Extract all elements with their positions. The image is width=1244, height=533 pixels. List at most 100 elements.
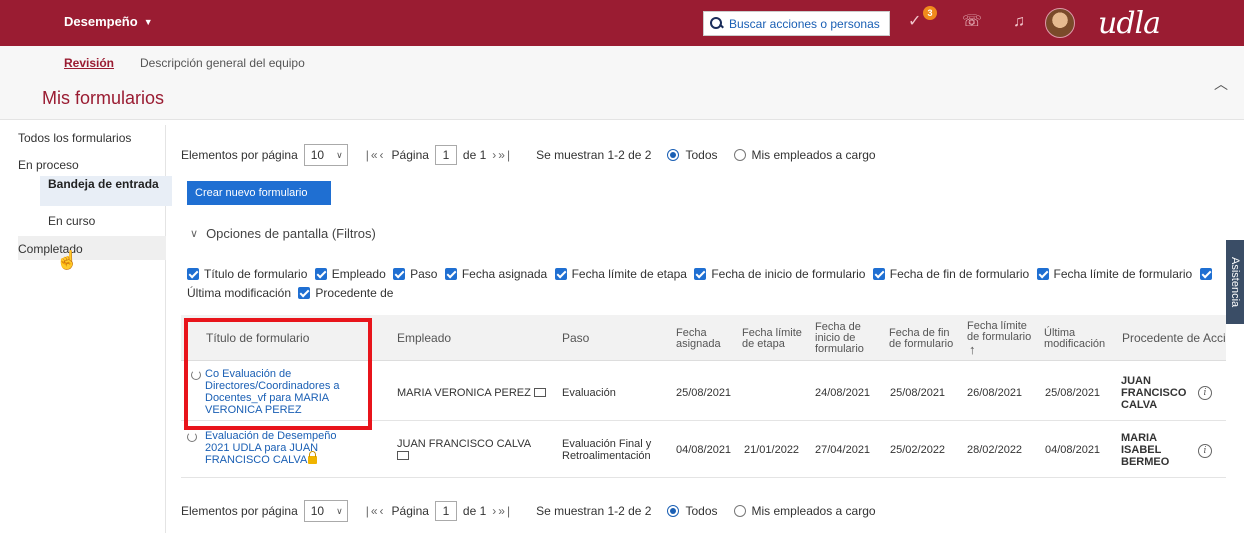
filter-stage-due[interactable]: Fecha límite de etapa — [551, 267, 687, 281]
filter-assigned[interactable]: Fecha asignada — [441, 267, 547, 281]
create-form-button[interactable]: Crear nuevo formulario — [187, 181, 331, 205]
items-per-page-select[interactable]: 10 ∨ — [303, 500, 348, 522]
chevron-down-icon: ∨ — [190, 228, 199, 240]
col-step[interactable]: Paso — [562, 332, 589, 344]
assigned-cell: 25/08/2021 — [676, 387, 732, 399]
assistance-tab[interactable]: Asistencia — [1226, 240, 1244, 324]
radio-my-reports-label: Mis empleados a cargo — [751, 148, 876, 162]
items-per-page-label: Elementos por página — [181, 504, 298, 518]
start-cell: 27/04/2021 — [815, 444, 871, 456]
page-count: de 1 — [462, 148, 487, 162]
col-start[interactable]: Fecha de inicio de formulario — [815, 322, 875, 355]
start-cell: 24/08/2021 — [815, 387, 871, 399]
chat-icon[interactable]: ☏ — [962, 14, 982, 30]
tab-team-overview[interactable]: Descripción general del equipo — [140, 56, 305, 70]
step-cell: Evaluación — [562, 387, 616, 399]
next-last-page-icon[interactable]: ›»| — [492, 148, 512, 162]
sidebar-item-inbox[interactable]: Bandeja de entrada — [40, 176, 172, 206]
radio-my-reports-label: Mis empleados a cargo — [751, 504, 876, 518]
filter-employee[interactable]: Empleado — [311, 267, 386, 281]
due-cell: 28/02/2022 — [967, 444, 1023, 456]
first-prev-page-icon[interactable]: |«‹ — [366, 148, 386, 162]
radio-my-reports[interactable] — [733, 149, 746, 161]
radio-all-label: Todos — [685, 148, 718, 162]
col-employee[interactable]: Empleado — [397, 332, 451, 344]
filter-step[interactable]: Paso — [389, 267, 437, 281]
end-cell: 25/08/2021 — [890, 387, 946, 399]
sort-ascending-icon[interactable]: ↑ — [969, 343, 976, 356]
employee-cell: MARIA VERONICA PEREZ — [397, 387, 546, 399]
col-from[interactable]: Procedente de — [1122, 332, 1200, 344]
filter-label: Título de formulario — [204, 267, 308, 281]
filter-label: Fecha de fin de formulario — [889, 267, 1030, 281]
filter-start[interactable]: Fecha de inicio de formulario — [690, 267, 865, 281]
items-per-page-select[interactable]: 10 ∨ — [303, 144, 348, 166]
end-cell: 25/02/2022 — [890, 444, 946, 456]
tab-revision[interactable]: Revisión — [64, 56, 114, 70]
modified-cell: 04/08/2021 — [1045, 444, 1101, 456]
display-options-toggle[interactable]: ∨ Opciones de pantalla (Filtros) — [190, 226, 376, 241]
search-input[interactable]: Buscar acciones o personas — [703, 11, 890, 36]
form-title-link[interactable]: Co Evaluación de Directores/Coordinadore… — [205, 368, 355, 416]
chevron-up-icon[interactable]: ︿ — [1214, 74, 1228, 94]
table-header: Título de formulario Empleado Paso Fecha… — [181, 315, 1226, 361]
page-title: Mis formularios — [42, 88, 165, 108]
chevron-down-icon: ∨ — [336, 505, 343, 516]
search-placeholder: Buscar acciones o personas — [729, 16, 880, 31]
info-icon[interactable]: i — [1198, 444, 1212, 458]
pager-top: Elementos por página 10 ∨ |«‹ Página 1 d… — [181, 143, 876, 167]
todo-icon[interactable]: ✓ — [908, 14, 921, 30]
page-label: Página — [391, 148, 429, 162]
module-menu[interactable]: Desempeño ▼ — [64, 14, 153, 29]
sidebar-item-completed[interactable]: Completado — [18, 236, 166, 260]
sidebar-item-all-forms[interactable]: Todos los formularios — [18, 131, 131, 145]
filter-title[interactable]: Título de formulario — [187, 267, 307, 281]
radio-all[interactable] — [667, 505, 680, 517]
hand-cursor-icon: ☝ — [56, 250, 79, 270]
results-count: Se muestran 1-2 de 2 — [536, 148, 652, 162]
col-title[interactable]: Título de formulario — [206, 332, 309, 344]
assigned-cell: 04/08/2021 — [676, 444, 732, 456]
sidebar-item-label: Bandeja de entrada — [48, 177, 159, 191]
sidebar-item-in-progress[interactable]: En curso — [48, 214, 95, 228]
radio-my-reports[interactable] — [733, 505, 746, 517]
filter-from[interactable]: Procedente de — [294, 286, 393, 300]
form-title-link[interactable]: Evaluación de Desempeño 2021 UDLA para J… — [205, 430, 355, 466]
col-due[interactable]: Fecha límite de formulario — [967, 321, 1033, 343]
col-action: Acción — [1203, 333, 1226, 344]
checkbox-checked-icon — [187, 268, 199, 280]
filter-label: Fecha límite de etapa — [571, 267, 687, 281]
chevron-down-icon: ▼ — [143, 16, 153, 27]
col-assigned[interactable]: Fecha asignada — [676, 328, 726, 350]
checkbox-checked-icon — [1199, 268, 1212, 280]
id-card-icon — [397, 451, 409, 460]
first-prev-page-icon[interactable]: |«‹ — [366, 504, 386, 518]
info-icon[interactable]: i — [1198, 386, 1212, 400]
page-count: de 1 — [462, 504, 487, 518]
col-stage-due[interactable]: Fecha límite de etapa — [742, 328, 810, 350]
radio-all-label: Todos — [685, 504, 718, 518]
checkbox-checked-icon — [393, 268, 406, 280]
due-cell: 26/08/2021 — [967, 387, 1023, 399]
col-modified[interactable]: Última modificación — [1044, 328, 1114, 350]
avatar[interactable] — [1045, 8, 1075, 38]
checkbox-checked-icon — [298, 287, 311, 299]
module-label: Desempeño — [64, 14, 138, 29]
next-last-page-icon[interactable]: ›»| — [492, 504, 512, 518]
employee-name: JUAN FRANCISCO CALVA — [397, 438, 532, 450]
filter-label: Paso — [410, 267, 438, 281]
page-number-input[interactable]: 1 — [434, 145, 457, 165]
radio-all[interactable] — [667, 149, 680, 161]
filter-due[interactable]: Fecha límite de formulario — [1033, 267, 1192, 281]
table-row: Evaluación de Desempeño 2021 UDLA para J… — [181, 422, 1226, 478]
sidebar-item-in-process[interactable]: En proceso — [18, 158, 79, 172]
filter-end[interactable]: Fecha de fin de formulario — [869, 267, 1029, 281]
col-end[interactable]: Fecha de fin de formulario — [889, 328, 955, 350]
checkbox-checked-icon — [1036, 268, 1049, 280]
page-number-input[interactable]: 1 — [434, 501, 457, 521]
bell-icon[interactable]: ♫ — [1013, 14, 1025, 30]
checkbox-checked-icon — [314, 268, 327, 280]
table-row: Co Evaluación de Directores/Coordinadore… — [181, 361, 1226, 421]
employee-name: MARIA VERONICA PEREZ — [397, 387, 531, 399]
checkbox-checked-icon — [444, 268, 457, 280]
